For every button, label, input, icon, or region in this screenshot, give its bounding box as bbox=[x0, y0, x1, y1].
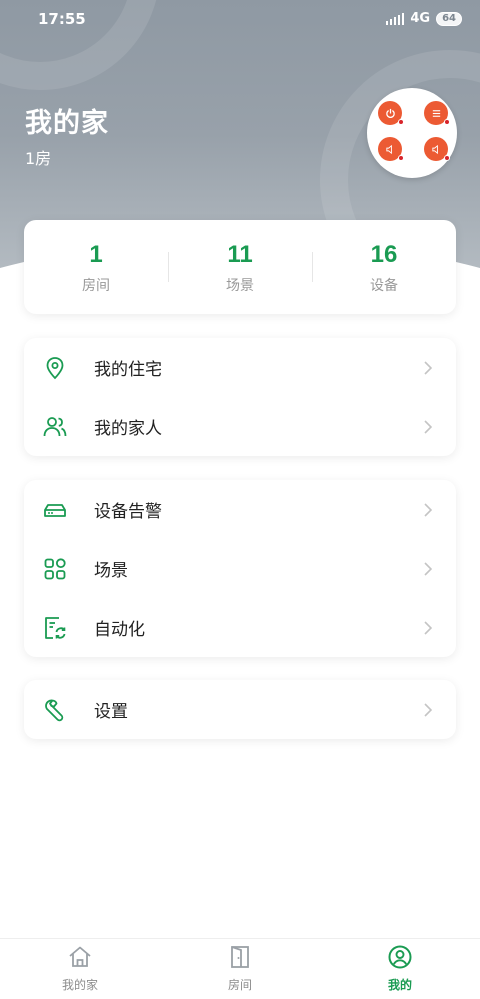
scene-grid-icon bbox=[44, 557, 66, 579]
menu-card-home: 我的住宅 我的家人 bbox=[24, 338, 456, 456]
automation-icon bbox=[45, 616, 66, 639]
menu-label: 自动化 bbox=[94, 620, 145, 640]
menu-label: 场景 bbox=[94, 561, 128, 581]
menu-card-devices: 设备告警 场景 自动化 bbox=[24, 480, 456, 657]
menu-card-settings: 设置 bbox=[24, 680, 456, 739]
stats-card: 1 房间 11 场景 16 设备 bbox=[24, 220, 456, 314]
stat-rooms[interactable]: 1 房间 bbox=[24, 220, 168, 314]
stat-value: 16 bbox=[370, 241, 398, 268]
tab-label: 我的家 bbox=[61, 978, 98, 992]
tab-label: 房间 bbox=[227, 978, 252, 992]
stat-label: 场景 bbox=[226, 278, 254, 294]
chevron-right-icon bbox=[424, 561, 432, 576]
menu-label: 设置 bbox=[94, 702, 128, 722]
status-bar: 17:55 4G 64 bbox=[0, 0, 480, 38]
menu-item-settings[interactable]: 设置 bbox=[24, 680, 456, 739]
tab-profile[interactable]: 我的 bbox=[320, 939, 480, 999]
home-room-count: 1房 bbox=[25, 149, 52, 168]
chevron-right-icon bbox=[424, 360, 432, 375]
battery-icon: 64 bbox=[436, 11, 462, 26]
tab-rooms[interactable]: 房间 bbox=[160, 939, 320, 999]
network-type: 4G bbox=[410, 11, 431, 26]
chevron-right-icon bbox=[424, 419, 432, 434]
home-icon bbox=[69, 946, 91, 967]
location-pin-icon bbox=[46, 356, 64, 379]
family-icon bbox=[43, 416, 67, 436]
tab-my-home[interactable]: 我的家 bbox=[0, 939, 160, 999]
stat-label: 设备 bbox=[370, 278, 398, 294]
chevron-right-icon bbox=[424, 502, 432, 517]
wrench-icon bbox=[45, 699, 64, 721]
device-alarm-icon bbox=[44, 503, 66, 517]
menu-item-scenes[interactable]: 场景 bbox=[24, 539, 456, 598]
speaker-icon bbox=[378, 137, 404, 161]
stat-label: 房间 bbox=[82, 278, 110, 294]
chevron-right-icon bbox=[424, 702, 432, 717]
power-icon bbox=[378, 101, 404, 125]
menu-label: 我的住宅 bbox=[94, 360, 162, 380]
stat-devices[interactable]: 16 设备 bbox=[312, 220, 456, 314]
bottom-tab-bar: 我的家 房间 我的 bbox=[0, 938, 480, 999]
smart-panel-thumbnail[interactable] bbox=[367, 88, 457, 178]
tab-label: 我的 bbox=[387, 978, 412, 992]
signal-icon bbox=[386, 12, 405, 25]
status-icons: 4G 64 bbox=[386, 11, 462, 26]
menu-label: 我的家人 bbox=[94, 419, 162, 439]
stat-value: 11 bbox=[227, 241, 253, 268]
stat-scenes[interactable]: 11 场景 bbox=[168, 220, 312, 314]
speaker-icon bbox=[424, 137, 450, 161]
menu-item-device-alarm[interactable]: 设备告警 bbox=[24, 480, 456, 539]
menu-item-my-residence[interactable]: 我的住宅 bbox=[24, 338, 456, 397]
menu-item-automation[interactable]: 自动化 bbox=[24, 598, 456, 657]
stat-value: 1 bbox=[89, 241, 103, 268]
profile-icon bbox=[388, 945, 412, 969]
menu-label: 设备告警 bbox=[94, 502, 162, 522]
door-icon bbox=[231, 946, 249, 968]
status-time: 17:55 bbox=[38, 10, 86, 28]
home-title[interactable]: 我的家 bbox=[25, 101, 109, 140]
chevron-right-icon bbox=[424, 620, 432, 635]
list-icon bbox=[424, 101, 450, 125]
menu-item-my-family[interactable]: 我的家人 bbox=[24, 397, 456, 456]
